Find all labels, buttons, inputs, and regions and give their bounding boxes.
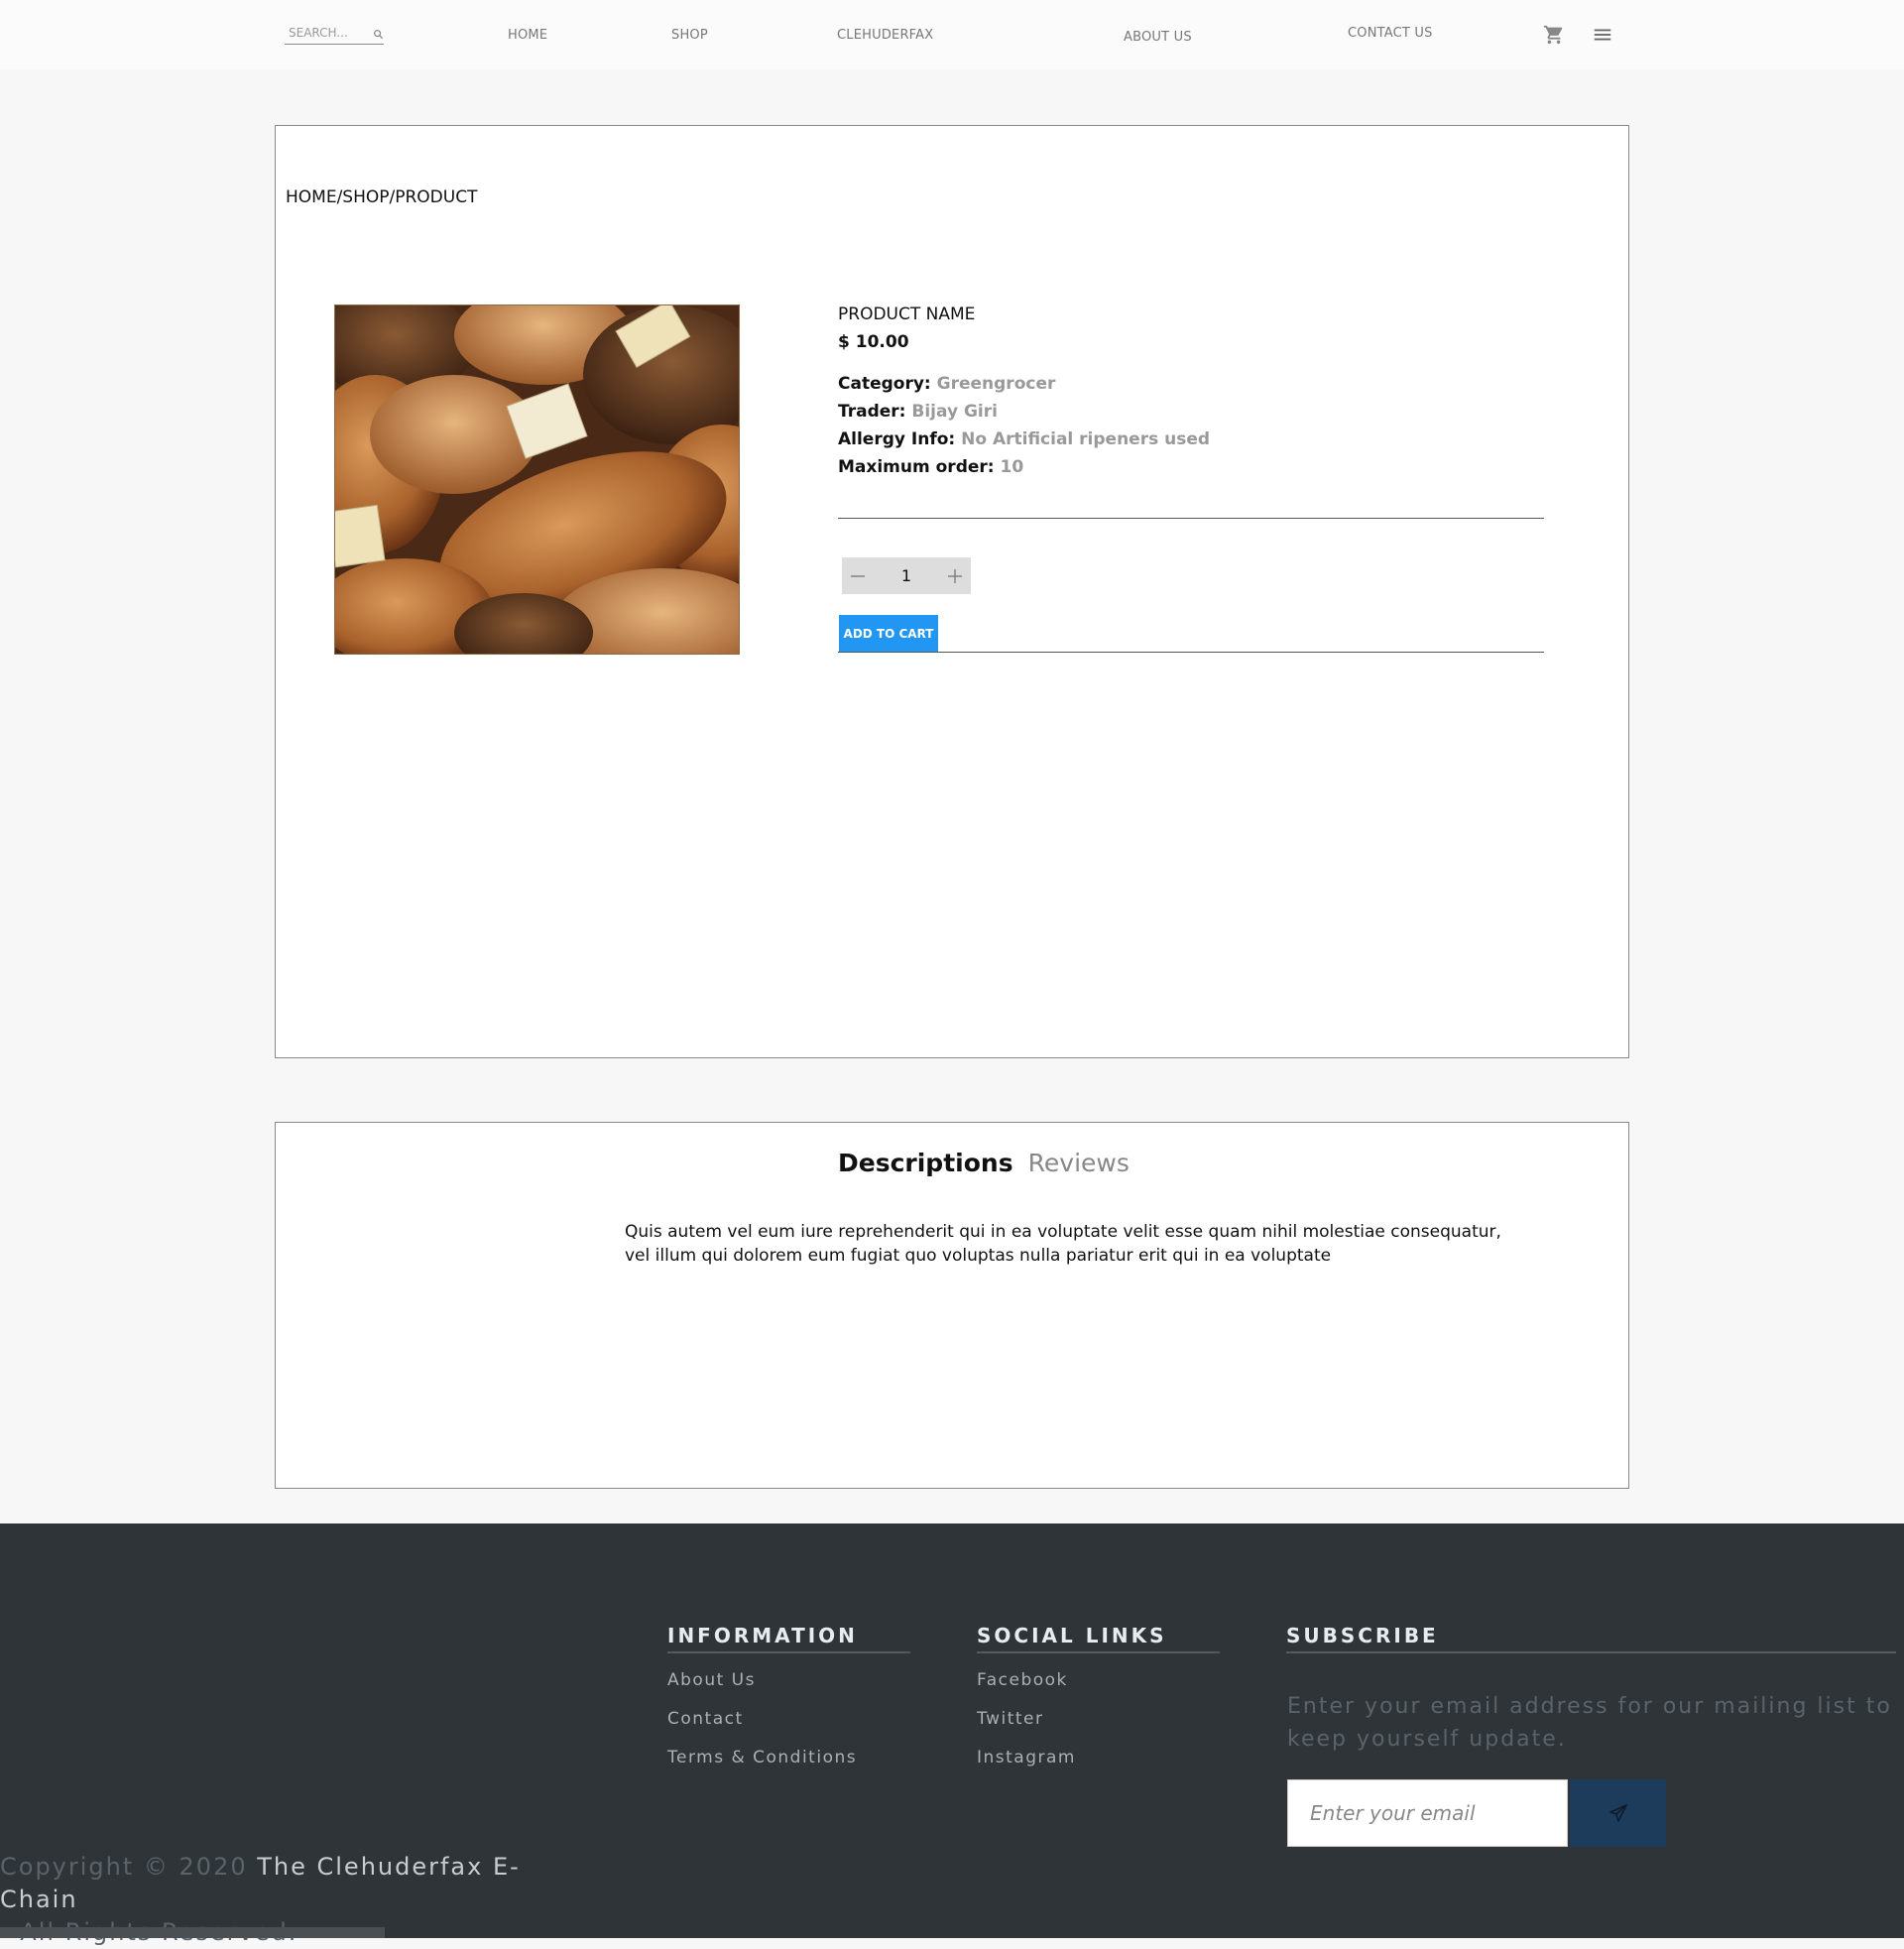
product-info: PRODUCT NAME $ 10.00 Category: Greengroc…	[838, 305, 1544, 485]
footer-social: SOCIAL LINKS Facebook Twitter Instagram	[977, 1624, 1220, 1769]
footer-link-contact[interactable]: Contact	[667, 1709, 910, 1731]
divider	[838, 652, 1544, 653]
horizontal-scrollbar[interactable]	[0, 1927, 385, 1938]
detail-value: 10	[1000, 457, 1024, 477]
footer-link-facebook[interactable]: Facebook	[977, 1670, 1220, 1692]
subscribe-button[interactable]	[1570, 1779, 1666, 1847]
footer-heading: INFORMATION	[667, 1624, 910, 1653]
divider	[838, 518, 1544, 519]
search-icon[interactable]	[373, 29, 384, 40]
footer-heading: SOCIAL LINKS	[977, 1624, 1220, 1653]
search-box[interactable]	[285, 24, 384, 45]
detail-label: Allergy Info:	[838, 429, 956, 449]
bread-photo-icon	[335, 305, 739, 654]
description-panel: Descriptions Reviews Quis autem vel eum …	[275, 1122, 1629, 1489]
tab-bar: Descriptions Reviews	[838, 1149, 1139, 1177]
nav-home-link[interactable]: HOME	[508, 28, 547, 43]
footer-information: INFORMATION About Us Contact Terms & Con…	[667, 1624, 910, 1769]
detail-trader: Trader: Bijay Giri	[838, 402, 1544, 429]
footer-link-instagram[interactable]: Instagram	[977, 1748, 1220, 1769]
email-field[interactable]	[1287, 1779, 1568, 1847]
quantity-value[interactable]: 1	[874, 557, 939, 594]
detail-max-order: Maximum order: 10	[838, 457, 1544, 485]
decrement-button[interactable]	[842, 557, 874, 594]
tab-reviews[interactable]: Reviews	[1028, 1149, 1130, 1177]
detail-label: Category:	[838, 374, 931, 394]
minus-icon	[851, 574, 865, 577]
nav-about-link[interactable]: ABOUT US	[1124, 30, 1192, 45]
nav-contact-link[interactable]: CONTACT US	[1348, 26, 1433, 41]
footer-link-terms[interactable]: Terms & Conditions	[667, 1748, 910, 1769]
description-text: Quis autem vel eum iure reprehenderit qu…	[625, 1222, 1501, 1266]
product-panel: HOME/SHOP/PRODUCT PRODUCT NAME $ 10.00 C…	[275, 125, 1629, 1058]
footer-heading: SUBSCRIBE	[1286, 1624, 1896, 1653]
product-image	[334, 305, 740, 655]
detail-label: Trader:	[838, 402, 906, 422]
add-to-cart-button[interactable]: ADD TO CART	[839, 615, 938, 652]
footer-subscribe: SUBSCRIBE	[1286, 1624, 1896, 1653]
footer-link-twitter[interactable]: Twitter	[977, 1709, 1220, 1731]
footer: INFORMATION About Us Contact Terms & Con…	[0, 1523, 1904, 1946]
detail-label: Maximum order:	[838, 457, 995, 477]
search-input[interactable]	[289, 26, 364, 40]
copyright-prefix: Copyright © 2020	[0, 1853, 258, 1881]
navbar: HOME SHOP CLEHUDERFAX ABOUT US CONTACT U…	[0, 0, 1904, 69]
plus-icon	[948, 568, 962, 583]
detail-allergy: Allergy Info: No Artificial ripeners use…	[838, 429, 1544, 457]
menu-icon[interactable]	[1592, 24, 1613, 46]
detail-value: No Artificial ripeners used	[961, 429, 1211, 449]
tab-descriptions[interactable]: Descriptions	[838, 1149, 1013, 1177]
product-name: PRODUCT NAME	[838, 305, 976, 324]
breadcrumb[interactable]: HOME/SHOP/PRODUCT	[286, 187, 477, 207]
detail-category: Category: Greengrocer	[838, 374, 1544, 402]
detail-value: Greengrocer	[936, 374, 1056, 394]
nav-shop-link[interactable]: SHOP	[671, 28, 708, 43]
quantity-stepper[interactable]: 1	[842, 557, 971, 594]
send-icon	[1608, 1804, 1627, 1822]
product-price: $ 10.00	[838, 332, 909, 352]
detail-value: Bijay Giri	[911, 402, 998, 422]
nav-clehuderfax-link[interactable]: CLEHUDERFAX	[837, 28, 933, 43]
subscribe-text: Enter your email address for our mailing…	[1287, 1694, 1892, 1752]
cart-icon[interactable]	[1543, 24, 1565, 46]
increment-button[interactable]	[939, 557, 971, 594]
footer-link-about[interactable]: About Us	[667, 1670, 910, 1692]
